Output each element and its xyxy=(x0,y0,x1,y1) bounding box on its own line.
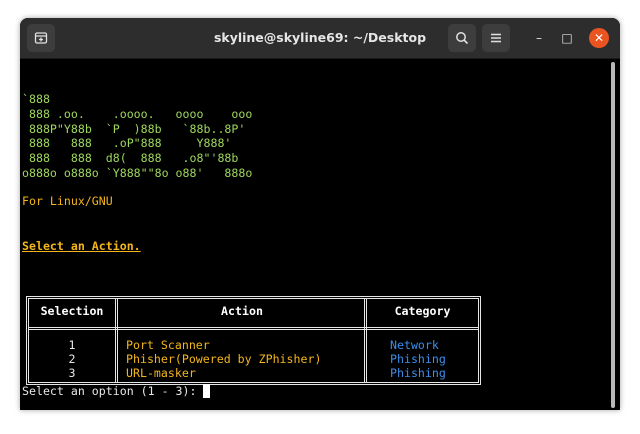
maximize-button[interactable]: □ xyxy=(557,28,577,48)
new-tab-icon xyxy=(34,32,48,44)
select-action-heading: Select an Action. xyxy=(22,239,141,253)
table-header-divider xyxy=(29,327,478,330)
row-1-category: Network xyxy=(390,338,439,352)
row-2-number: 2 xyxy=(68,352,76,366)
terminal-output[interactable]: `888 888 .oo. .oooo. oooo ooo 888P"Y88b … xyxy=(20,59,608,410)
input-prompt[interactable]: Select an option (1 - 3): xyxy=(22,384,211,399)
header-action: Action xyxy=(221,304,263,318)
hamburger-icon xyxy=(491,33,501,43)
header-selection: Selection xyxy=(40,304,104,318)
row-3-action: URL-masker xyxy=(126,366,196,380)
row-1-number: 1 xyxy=(68,338,76,352)
maximize-icon: □ xyxy=(561,31,573,45)
close-button[interactable]: ✕ xyxy=(589,28,609,48)
action-table: Selection Action Category 1 Port Scanner… xyxy=(26,296,481,385)
hamburger-menu-button[interactable] xyxy=(482,24,510,52)
row-2-category: Phishing xyxy=(390,352,446,366)
minimize-button[interactable]: – xyxy=(529,28,549,48)
row-1-action: Port Scanner xyxy=(126,338,210,352)
minimize-icon: – xyxy=(536,31,542,45)
row-3-number: 3 xyxy=(68,366,76,380)
window-title: skyline@skyline69: ~/Desktop xyxy=(213,30,427,45)
tagline: For Linux/GNU xyxy=(22,194,113,208)
close-icon: ✕ xyxy=(593,31,605,45)
row-2-action: Phisher(Powered by ZPhisher) xyxy=(126,352,322,366)
search-button[interactable] xyxy=(448,24,476,52)
title-bar: skyline@skyline69: ~/Desktop – □ ✕ xyxy=(20,18,620,59)
ascii-banner: `888 888 .oo. .oooo. oooo ooo 888P"Y88b … xyxy=(22,92,253,180)
row-3-category: Phishing xyxy=(390,366,446,380)
search-icon xyxy=(456,32,469,45)
prompt-text: Select an option (1 - 3): xyxy=(22,384,204,398)
scrollbar[interactable] xyxy=(611,62,615,408)
text-cursor xyxy=(203,384,211,398)
header-category: Category xyxy=(394,304,451,318)
terminal-window: skyline@skyline69: ~/Desktop – □ ✕ `888 … xyxy=(20,18,620,410)
new-tab-button[interactable] xyxy=(27,24,55,52)
